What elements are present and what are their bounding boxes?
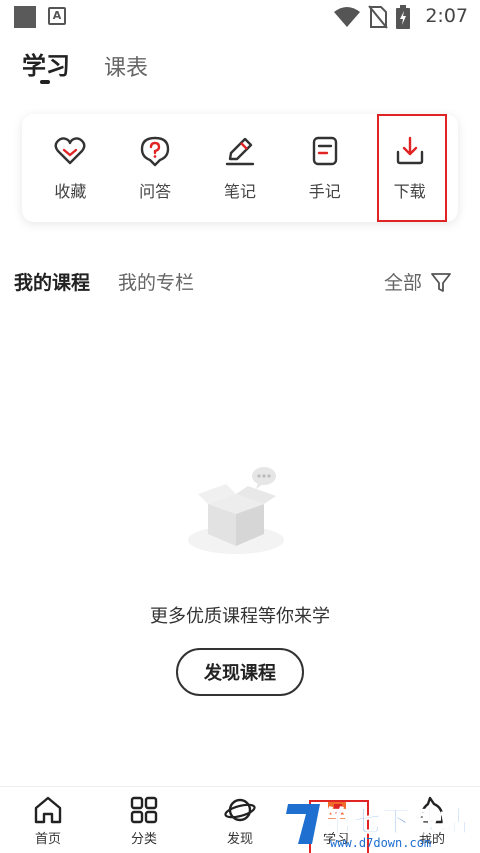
tab-schedule[interactable]: 课表: [104, 50, 148, 82]
status-bar: A 2:07: [0, 0, 480, 34]
tool-label: 下载: [393, 182, 426, 201]
tool-qa[interactable]: 问答: [120, 134, 190, 202]
a-badge-icon: A: [48, 7, 66, 25]
status-time: 2:07: [425, 5, 468, 27]
tool-label: 收藏: [54, 182, 87, 201]
empty-box-icon: [188, 467, 284, 554]
status-icons: [334, 4, 410, 30]
nav-home[interactable]: 首页: [8, 794, 88, 847]
tool-label: 手记: [308, 182, 341, 201]
heart-icon: [54, 137, 86, 165]
tool-handnotes[interactable]: 手记: [290, 134, 360, 202]
nav-label: 发现: [226, 831, 253, 847]
no-sim-icon: [368, 5, 388, 29]
question-bubble-icon: [140, 136, 170, 167]
filter-button[interactable]: 全部: [384, 268, 452, 295]
home-icon: [34, 796, 62, 823]
tab-my-courses[interactable]: 我的课程: [14, 268, 90, 295]
watermark-logo-icon: [286, 804, 320, 844]
discover-courses-button[interactable]: 发现课程: [176, 648, 304, 696]
app-square-icon: [14, 6, 36, 28]
tab-study[interactable]: 学习: [22, 46, 70, 84]
planet-icon: [224, 798, 256, 821]
tool-download[interactable]: 下载: [375, 114, 447, 222]
top-tabs: 学习 课表: [22, 46, 148, 86]
battery-charging-icon: [396, 5, 410, 29]
nav-category[interactable]: 分类: [104, 794, 184, 847]
section-tabs: 我的课程 我的专栏: [14, 268, 194, 295]
tool-card: 收藏 问答 笔记 手记 下载: [22, 114, 458, 222]
empty-message: 更多优质课程等你来学: [150, 606, 330, 627]
filter-label: 全部: [383, 272, 422, 294]
tool-notes[interactable]: 笔记: [205, 134, 275, 202]
tool-label: 问答: [139, 182, 172, 201]
grid-icon: [130, 796, 158, 823]
watermark: 第七下载站 www.d7down.com: [282, 798, 478, 853]
wifi-icon: [334, 7, 360, 27]
pen-icon: [225, 137, 255, 166]
nav-discover[interactable]: 发现: [200, 794, 280, 847]
watermark-title: 第七下载站: [323, 805, 470, 839]
filter-icon: [431, 272, 451, 292]
note-icon: [312, 136, 337, 166]
tool-favorites[interactable]: 收藏: [35, 134, 105, 202]
watermark-url: www.d7down.com: [330, 836, 432, 850]
tool-label: 笔记: [223, 182, 256, 201]
nav-label: 首页: [34, 831, 61, 847]
tab-my-columns[interactable]: 我的专栏: [118, 268, 194, 295]
nav-label: 分类: [130, 831, 157, 847]
download-icon: [396, 136, 423, 165]
